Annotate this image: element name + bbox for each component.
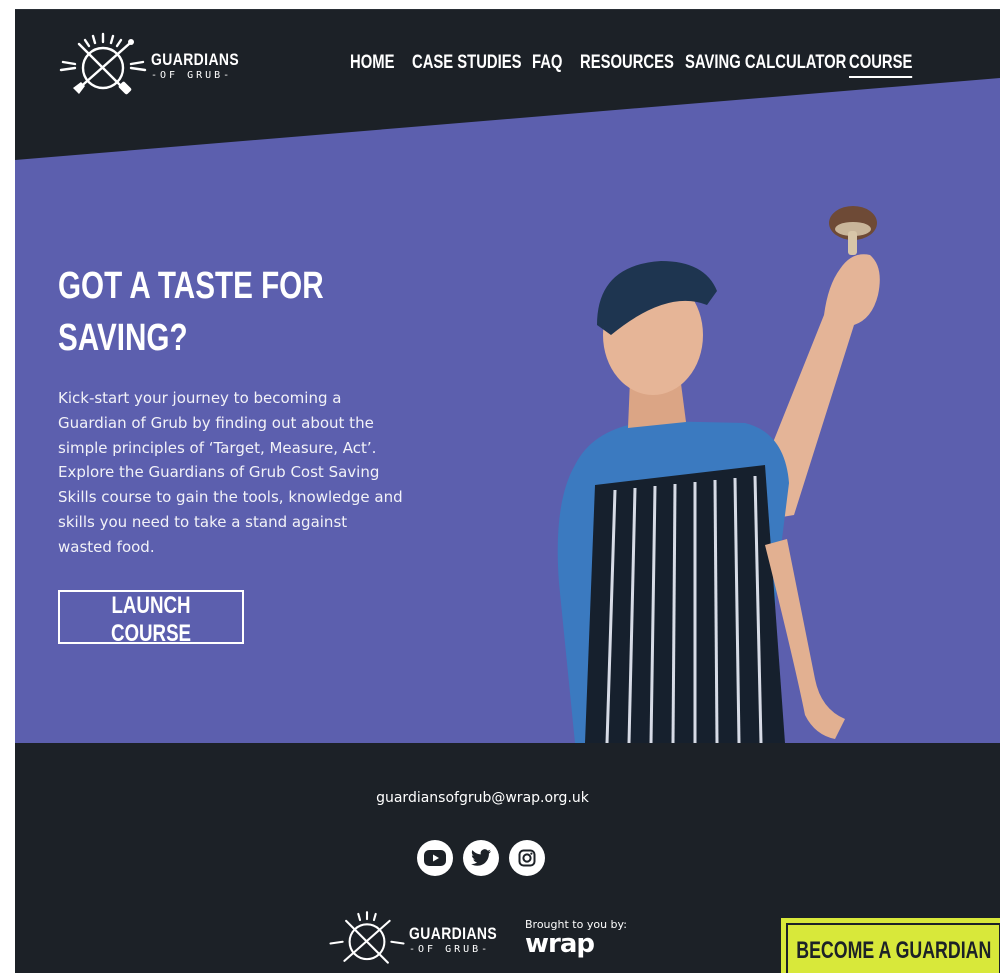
instagram-link[interactable] (509, 840, 545, 876)
nav-faq[interactable]: FAQ (532, 52, 562, 74)
footer-logo-subtitle: -OF GRUB- (409, 944, 491, 955)
chef-holding-mushroom-image (557, 206, 880, 743)
page-frame: GUARDIANS -OF GRUB- HOME CASE STUDIES FA… (15, 10, 1000, 973)
nav-case-studies[interactable]: CASE STUDIES (412, 52, 522, 74)
become-a-guardian-button[interactable]: BECOME A GUARDIAN (781, 918, 1000, 973)
youtube-icon (424, 850, 446, 866)
launch-course-label: LAUNCH COURSE (110, 592, 192, 647)
brought-to-you-by: Brought to you by: wrap (525, 918, 627, 959)
nav-course[interactable]: COURSE (849, 52, 913, 78)
wrap-logo[interactable]: wrap (525, 929, 627, 959)
social-links (417, 840, 545, 876)
hero-title-line-2: SAVING? (58, 317, 188, 359)
site-logo[interactable]: GUARDIANS -OF GRUB- (57, 32, 258, 100)
logo-subtitle: -OF GRUB- (151, 70, 233, 81)
crossed-utensils-logo-icon (59, 32, 147, 95)
hero-description: Kick-start your journey to becoming a Gu… (58, 389, 403, 556)
logo-title: GUARDIANS (151, 50, 240, 69)
hero-title-line-1: GOT A TASTE FOR (58, 265, 324, 307)
logo-wordmark: GUARDIANS -OF GRUB- (151, 51, 258, 81)
nav-resources[interactable]: RESOURCES (580, 52, 674, 74)
hero-title: GOT A TASTE FOR SAVING? (58, 260, 339, 364)
contact-email-link[interactable]: guardiansofgrub@wrap.org.uk (15, 790, 950, 806)
footer-logo[interactable]: GUARDIANS -OF GRUB- (327, 910, 516, 970)
footer-logo-wordmark: GUARDIANS -OF GRUB- (409, 925, 516, 955)
become-a-guardian-inner: BECOME A GUARDIAN (786, 923, 1000, 973)
twitter-link[interactable] (463, 840, 499, 876)
launch-course-button[interactable]: LAUNCH COURSE (58, 590, 244, 647)
nav-home[interactable]: HOME (350, 52, 394, 74)
instagram-icon (518, 849, 536, 867)
twitter-icon (471, 849, 491, 866)
youtube-link[interactable] (417, 840, 453, 876)
footer-crossed-utensils-logo-icon (329, 911, 405, 964)
footer-logo-title: GUARDIANS (409, 924, 498, 943)
become-a-guardian-label: BECOME A GUARDIAN (795, 937, 992, 964)
nav-saving-calculator[interactable]: SAVING CALCULATOR (685, 52, 846, 74)
